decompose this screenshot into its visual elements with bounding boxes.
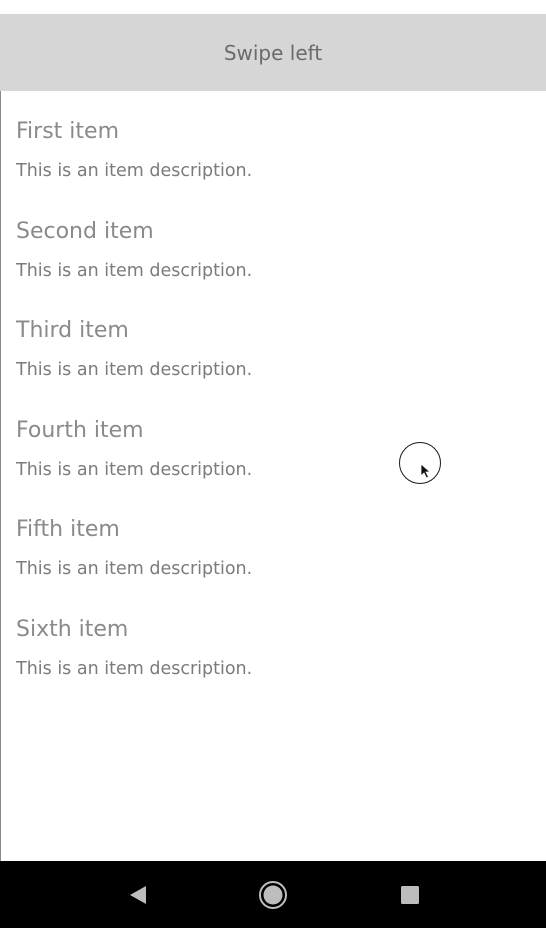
list-item-title: Sixth item — [16, 616, 129, 642]
content-left-edge — [0, 91, 1, 861]
home-button[interactable] — [233, 861, 313, 928]
list-item-description: This is an item description. — [16, 459, 253, 480]
list-item-description: This is an item description. — [16, 161, 253, 181]
item-list: First item This is an item description. … — [16, 91, 536, 689]
list-item-description: This is an item description. — [16, 360, 253, 381]
home-circle-icon — [259, 880, 287, 909]
back-button[interactable] — [98, 861, 178, 928]
list-item[interactable]: Second item This is an item description. — [16, 191, 536, 291]
list-item-title: Second item — [16, 218, 154, 244]
list-item-description: This is an item description. — [16, 559, 253, 580]
list-item-title: Fifth item — [16, 517, 120, 543]
list-item[interactable]: Sixth item This is an item description. — [16, 589, 536, 689]
list-item[interactable]: Third item This is an item description. — [16, 290, 536, 390]
list-item-title: Fourth item — [16, 417, 144, 443]
list-item-description: This is an item description. — [16, 658, 253, 679]
list-item[interactable]: Fourth item This is an item description. — [16, 390, 536, 490]
status-bar — [0, 0, 546, 14]
touch-pointer-indicator — [399, 442, 441, 484]
swipe-banner-label: Swipe left — [223, 40, 323, 65]
list-item-title: First item — [16, 119, 119, 144]
back-triangle-icon — [130, 885, 146, 904]
recents-button[interactable] — [370, 861, 450, 928]
list-item[interactable]: First item This is an item description. — [16, 91, 536, 191]
list-item[interactable]: Fifth item This is an item description. — [16, 489, 536, 589]
list-item-title: Third item — [16, 318, 129, 344]
swipe-banner[interactable]: Swipe left — [0, 14, 546, 91]
recents-square-icon — [401, 885, 419, 904]
app-screen: Swipe left First item This is an item de… — [0, 0, 546, 928]
cursor-arrow-icon — [420, 463, 432, 479]
list-item-description: This is an item description. — [16, 260, 253, 281]
system-nav-bar — [0, 861, 546, 928]
